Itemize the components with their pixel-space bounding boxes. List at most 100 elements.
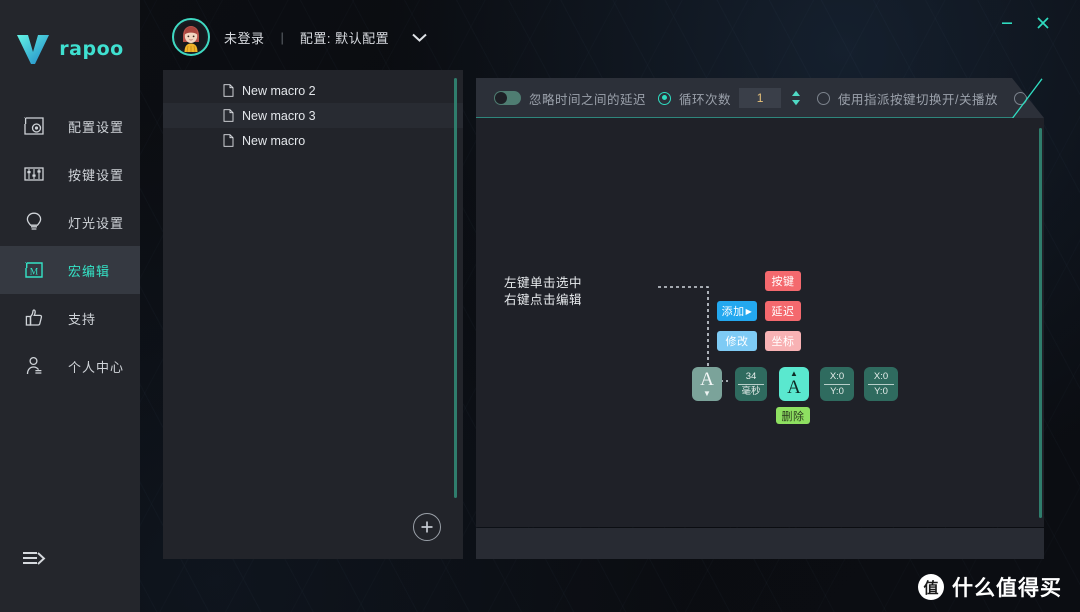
delay-type-label: 延迟 <box>771 306 795 318</box>
modify-chip[interactable]: 修改 <box>717 331 757 351</box>
collapse-menu-icon <box>23 552 46 565</box>
app-window: rapoo 配置设置 按键设置 灯光设置 M 宏编辑 支持 个人中心 未登录 |… <box>0 0 1080 612</box>
macro-list-scrollbar[interactable] <box>454 78 457 498</box>
avatar[interactable] <box>172 18 210 56</box>
coord-type-label: 坐标 <box>771 336 795 348</box>
minimize-icon <box>1002 22 1012 24</box>
list-item[interactable]: New macro 3 <box>163 103 463 128</box>
document-icon <box>223 84 234 97</box>
watermark-text: 什么值得买 <box>952 577 1062 600</box>
add-chip-label: 添加 <box>721 306 745 318</box>
timeline-keycap-keyup[interactable]: A ▼ <box>692 367 722 401</box>
diagram-connector <box>658 286 728 382</box>
document-icon <box>223 134 234 147</box>
toggle-play-group[interactable]: 使用指派按键切换开/关播放 <box>817 89 998 108</box>
coord-x: X:0 <box>873 370 889 382</box>
macro-edit-panel: 忽略时间之间的延迟 循环次数 使用指派按键切换开/关播放 按下时播放 <box>476 78 1044 559</box>
delete-chip-label: 删除 <box>781 410 805 423</box>
close-button[interactable] <box>1028 8 1058 38</box>
toggle-play-label: 使用指派按键切换开/关播放 <box>838 92 999 107</box>
active-profile-label: 配置: 默认配置 <box>299 30 390 46</box>
brand-wordmark: rapoo <box>59 38 124 60</box>
macro-name: New macro <box>242 133 306 148</box>
toggle-play-radio[interactable] <box>817 91 831 105</box>
macro-list: New macro 2 New macro 3 New macro <box>163 70 463 153</box>
spinner-down-icon <box>792 100 801 106</box>
sidebar-item-user-center[interactable]: 个人中心 <box>0 342 140 390</box>
macro-toolbar: 忽略时间之间的延迟 循环次数 使用指派按键切换开/关播放 按下时播放 <box>476 78 1044 118</box>
lightbulb-icon <box>22 210 46 234</box>
loop-count-label: 循环次数 <box>679 92 732 107</box>
press-play-group[interactable]: 按下时播放 <box>1014 89 1075 108</box>
sidebar-item-light-settings[interactable]: 灯光设置 <box>0 198 140 246</box>
press-play-label: 按下时播放 <box>1035 92 1075 107</box>
toggle-knob <box>495 92 507 104</box>
sidebar-item-support[interactable]: 支持 <box>0 294 140 342</box>
header-bar: 未登录 | 配置: 默认配置 <box>140 0 1080 70</box>
key-type-label: 按键 <box>771 276 795 288</box>
hint-line-1: 左键单击选中 <box>504 276 583 290</box>
minimize-button[interactable] <box>992 8 1022 38</box>
timeline-keycap-delay[interactable]: 34 毫秒 <box>735 367 767 401</box>
login-status-label[interactable]: 未登录 <box>224 28 265 47</box>
sidebar: rapoo 配置设置 按键设置 灯光设置 M 宏编辑 支持 个人中心 <box>0 0 140 612</box>
collapse-menu-button[interactable] <box>22 548 48 570</box>
timeline-keycap-coordinate[interactable]: X:0 Y:0 <box>820 367 854 401</box>
add-chip[interactable]: 添加 ▶ <box>717 301 757 321</box>
sidebar-item-label: 灯光设置 <box>68 215 125 231</box>
key-type-chip[interactable]: 按键 <box>765 271 801 291</box>
sidebar-item-label: 个人中心 <box>68 359 125 375</box>
delay-type-chip[interactable]: 延迟 <box>765 301 801 321</box>
macro-m-icon: M <box>22 258 46 282</box>
macro-name: New macro 3 <box>242 108 316 123</box>
loop-count-radio[interactable] <box>658 91 672 105</box>
watermark: 值 什么值得买 <box>918 572 1062 602</box>
window-controls <box>992 0 1080 46</box>
ignore-delay-toggle[interactable] <box>494 91 521 105</box>
key-up-marker-icon: ▼ <box>703 389 711 398</box>
sidebar-item-label: 配置设置 <box>68 119 125 135</box>
device-config-icon <box>22 114 46 138</box>
coord-type-chip[interactable]: 坐标 <box>765 331 801 351</box>
user-profile-icon <box>22 354 46 378</box>
profile-dropdown-button[interactable] <box>411 32 428 43</box>
list-item[interactable]: New macro <box>163 128 463 153</box>
sidebar-item-label: 宏编辑 <box>68 263 111 279</box>
loop-count-stepper[interactable] <box>791 90 801 106</box>
rapoo-v-logo-icon <box>17 35 50 64</box>
sidebar-item-device-config[interactable]: 配置设置 <box>0 102 140 150</box>
sidebar-item-label: 支持 <box>68 311 97 327</box>
coord-y: Y:0 <box>824 383 850 398</box>
spinner-up-icon <box>792 90 801 96</box>
macro-list-panel: New macro 2 New macro 3 New macro <box>163 70 463 559</box>
sidebar-item-macro-editor[interactable]: M 宏编辑 <box>0 246 140 294</box>
list-item[interactable]: New macro 2 <box>163 78 463 103</box>
macro-name: New macro 2 <box>242 83 316 98</box>
timeline-keycap-keydown-selected[interactable]: ▲ A <box>779 367 809 401</box>
ignore-delay-group[interactable]: 忽略时间之间的延迟 <box>494 89 646 108</box>
ignore-delay-label: 忽略时间之间的延迟 <box>529 92 647 107</box>
coord-y: Y:0 <box>868 383 894 398</box>
delay-unit: 毫秒 <box>738 383 764 398</box>
delete-chip[interactable]: 删除 <box>776 407 810 424</box>
user-avatar-icon <box>176 22 206 52</box>
diagram-hint-text: 左键单击选中 右键点击编辑 <box>504 275 582 309</box>
sidebar-item-key-settings[interactable]: 按键设置 <box>0 150 140 198</box>
modify-chip-label: 修改 <box>725 336 749 348</box>
add-chip-arrow-icon: ▶ <box>745 306 753 316</box>
loop-count-input[interactable] <box>739 88 782 108</box>
loop-count-group[interactable]: 循环次数 <box>658 88 801 108</box>
profile-row: 未登录 | 配置: 默认配置 <box>172 18 428 56</box>
close-icon <box>1037 17 1049 29</box>
timeline-keycap-coordinate[interactable]: X:0 Y:0 <box>864 367 898 401</box>
keycap-glyph: A <box>700 369 714 390</box>
document-icon <box>223 109 234 122</box>
press-play-radio[interactable] <box>1014 91 1028 105</box>
add-macro-button[interactable] <box>413 513 441 541</box>
delay-value: 34 <box>745 370 757 382</box>
help-diagram: 左键单击选中 右键点击编辑 添加 ▶ 修改 按键 延迟 坐标 A ▼ 34 毫秒… <box>476 118 1044 527</box>
thumbs-up-icon <box>22 306 46 330</box>
macro-panel-scrollbar[interactable] <box>1039 128 1042 518</box>
chevron-down-icon <box>412 33 427 42</box>
svg-text:M: M <box>30 268 39 278</box>
